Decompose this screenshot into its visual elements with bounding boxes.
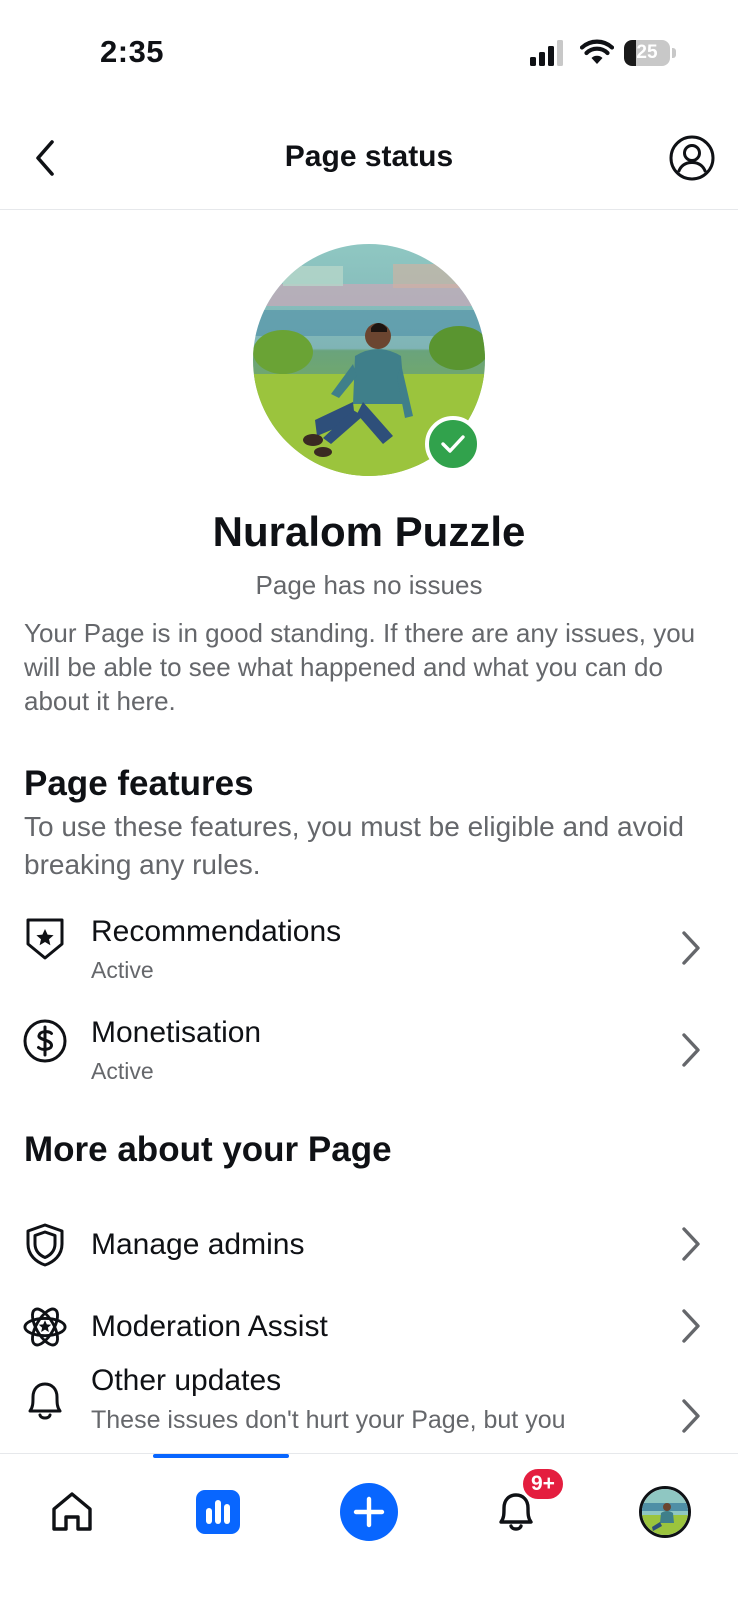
more-label: Manage admins — [91, 1228, 305, 1261]
page-name: Nuralom Puzzle — [212, 508, 526, 555]
tab-bar: 9+ — [0, 1453, 738, 1600]
battery-icon: 25 — [624, 40, 676, 66]
profile-avatar — [639, 1486, 691, 1538]
section-title-page-features: Page features — [24, 764, 254, 803]
tab-insights[interactable] — [178, 1472, 258, 1552]
page-substatus: Page has no issues — [255, 570, 483, 600]
wifi-icon — [580, 39, 614, 64]
signal-icon — [530, 40, 563, 66]
section-title-more-about: More about your Page — [24, 1130, 392, 1169]
more-row-other-updates[interactable]: Other updates These issues don't hurt yo… — [0, 1356, 738, 1453]
check-badge-icon — [425, 416, 481, 472]
create-icon — [340, 1483, 398, 1541]
bell-icon — [22, 1378, 68, 1424]
chevron-right-icon — [676, 1396, 706, 1436]
dollar-circle-icon — [22, 1018, 68, 1064]
chevron-right-icon — [676, 1306, 706, 1346]
feature-status: Active — [91, 957, 154, 983]
battery-level: 25 — [636, 42, 658, 63]
atom-star-icon — [22, 1304, 68, 1350]
active-tab-indicator — [153, 1454, 289, 1458]
notification-badge: 9+ — [520, 1466, 566, 1502]
tab-home[interactable] — [32, 1472, 112, 1552]
chevron-right-icon — [676, 928, 706, 968]
insights-icon — [196, 1490, 240, 1534]
shield-icon — [22, 1222, 68, 1268]
chevron-right-icon — [676, 1224, 706, 1264]
shield-star-icon — [22, 916, 68, 962]
more-label: Moderation Assist — [91, 1310, 328, 1343]
status-time: 2:35 — [100, 34, 165, 69]
chevron-right-icon — [676, 1030, 706, 1070]
tab-profile[interactable] — [625, 1472, 705, 1552]
feature-label: Recommendations — [91, 915, 342, 948]
more-row-manage-admins[interactable]: Manage admins — [0, 1200, 738, 1290]
home-icon — [52, 1492, 92, 1531]
page-avatar-container — [253, 244, 485, 476]
feature-row-monetisation[interactable]: Monetisation Active — [0, 1008, 738, 1098]
section-subtitle-page-features: To use these features, you must be eligi… — [24, 811, 684, 880]
profile-button[interactable] — [666, 132, 718, 184]
nav-bar: Page status — [0, 110, 738, 210]
page-title: Page status — [284, 140, 454, 173]
user-circle-icon — [669, 135, 715, 181]
more-sub: These issues don't hurt your Page, but y… — [91, 1406, 566, 1434]
status-bar: 2:35 25 — [0, 0, 738, 110]
tab-create[interactable] — [329, 1472, 409, 1552]
more-label: Other updates — [91, 1364, 282, 1397]
feature-status: Active — [91, 1058, 154, 1084]
feature-label: Monetisation — [91, 1016, 262, 1049]
page-description: Your Page is in good standing. If there … — [24, 618, 696, 716]
feature-row-recommendations[interactable]: Recommendations Active — [0, 906, 738, 996]
